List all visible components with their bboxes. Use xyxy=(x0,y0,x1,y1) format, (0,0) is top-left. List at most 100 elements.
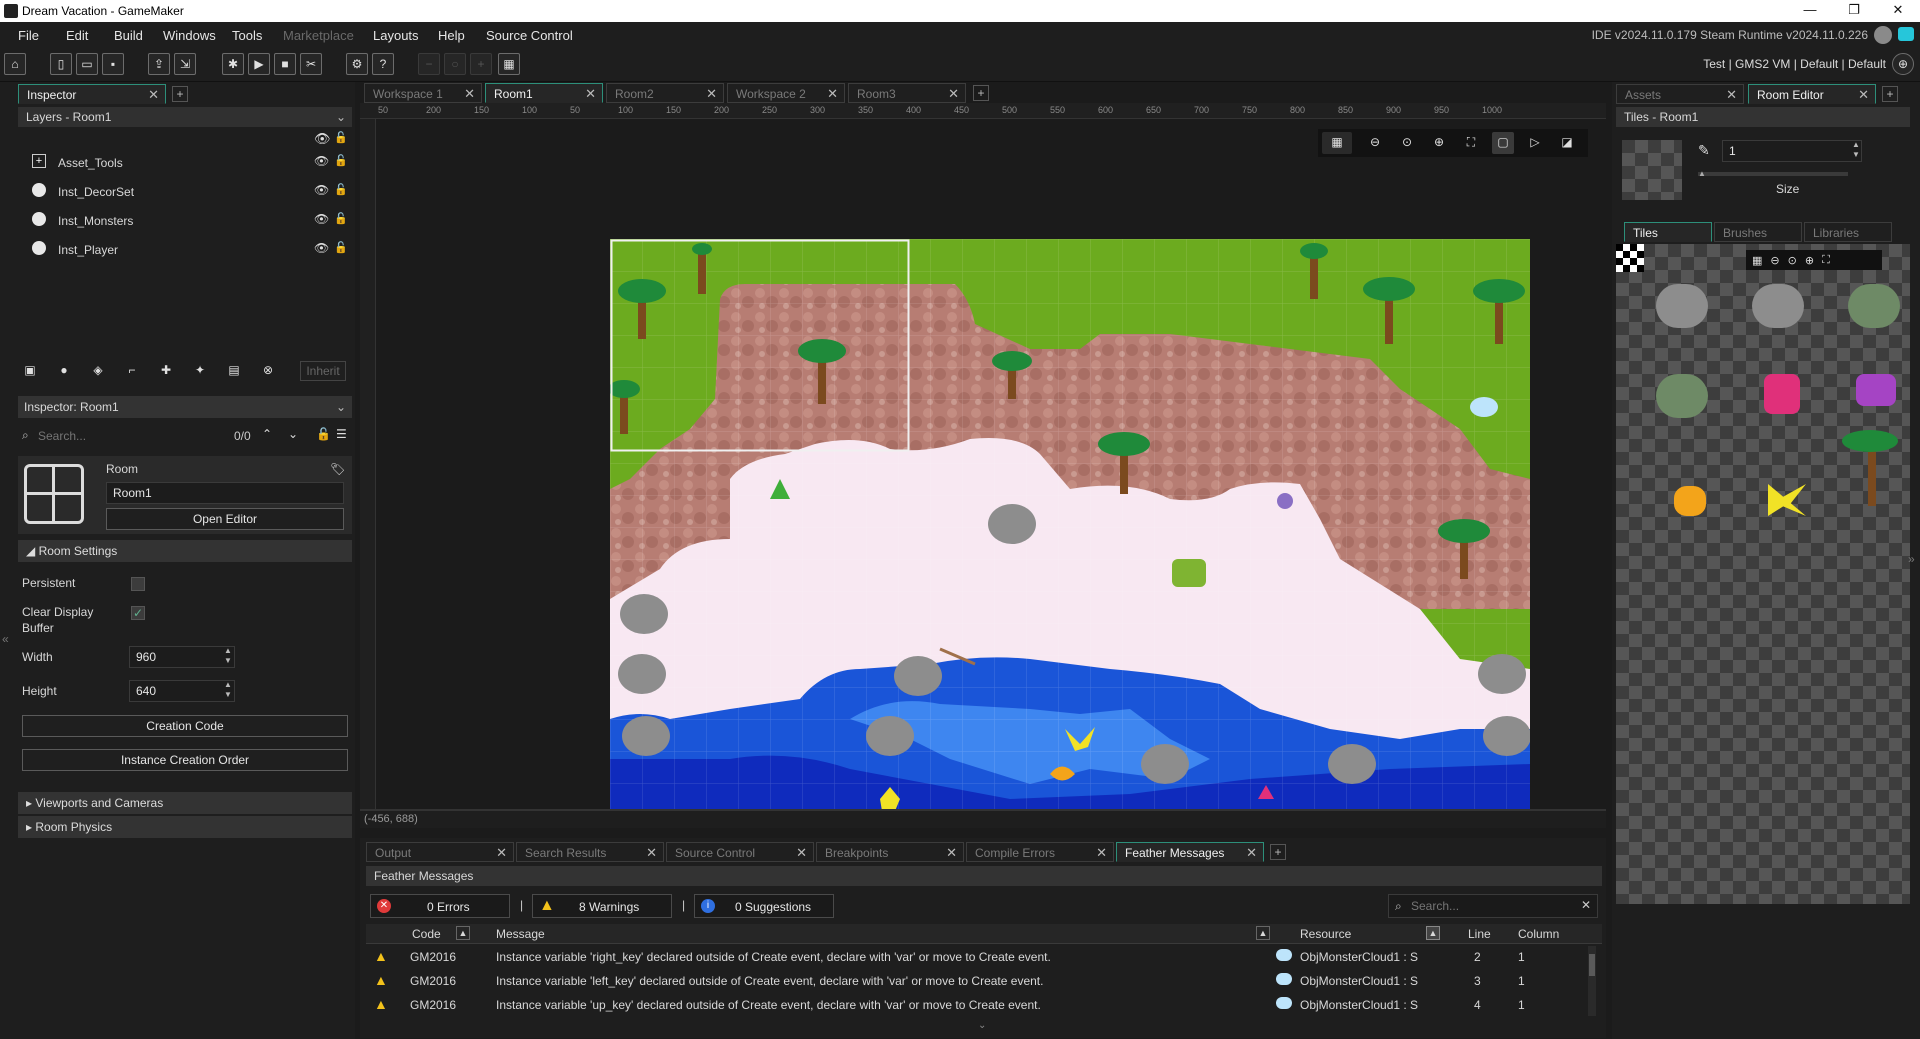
tile-mossy-rock[interactable] xyxy=(1656,374,1708,418)
zoom-out-icon[interactable]: ⊖ xyxy=(1364,132,1386,154)
target-selector[interactable]: Test | GMS2 VM | Default | Default xyxy=(1703,57,1886,71)
lock-icon[interactable]: 🔓 xyxy=(334,183,348,196)
tab-room2[interactable]: Room2 ✕ xyxy=(606,83,724,103)
add-tab-button[interactable]: + xyxy=(1270,844,1286,860)
lock-icon[interactable]: 🔓 xyxy=(334,241,348,254)
lock-icon[interactable]: 🔓 xyxy=(334,131,348,144)
room-settings-header[interactable]: ◢ Room Settings xyxy=(18,540,352,562)
inspector-dropdown[interactable]: Inspector: Room1 ⌄ xyxy=(18,396,352,418)
brush-size-stepper[interactable]: ▲ ▼ xyxy=(1852,140,1860,160)
tab-source-control[interactable]: Source Control ✕ xyxy=(666,842,814,862)
pencil-icon[interactable]: ✎ xyxy=(1698,142,1710,159)
home-icon[interactable]: ⌂ xyxy=(4,53,26,75)
close-icon[interactable]: ✕ xyxy=(585,86,596,102)
fit-view-icon[interactable]: ⛶ xyxy=(1460,132,1482,154)
tab-room3[interactable]: Room3 ✕ xyxy=(848,83,966,103)
export-icon[interactable]: ⇲ xyxy=(174,53,196,75)
close-icon[interactable]: ✕ xyxy=(946,845,957,861)
close-icon[interactable]: ✕ xyxy=(948,86,959,102)
tile-coral-pink[interactable] xyxy=(1764,374,1800,414)
viewports-cameras-header[interactable]: ▸ Viewports and Cameras xyxy=(18,792,352,814)
clean-icon[interactable]: ✂ xyxy=(300,53,322,75)
tile-coral-purple[interactable] xyxy=(1856,374,1896,406)
collapse-right-icon[interactable]: » xyxy=(1908,552,1915,566)
minimize-button[interactable]: — xyxy=(1788,2,1832,20)
layer-row[interactable]: + Asset_Tools 👁 🔓 xyxy=(18,150,352,174)
tile-starfish-yellow[interactable] xyxy=(1768,484,1806,516)
tab-room1[interactable]: Room1 ✕ xyxy=(485,83,603,103)
lock-icon[interactable]: 🔓 xyxy=(334,154,348,167)
table-row[interactable]: ▲ GM2016 Instance variable 'left_key' decl… xyxy=(366,970,1586,992)
sort-icon[interactable]: ▲ xyxy=(1256,926,1270,940)
brush-size-field[interactable]: 1 xyxy=(1722,140,1862,162)
suggestions-filter-button[interactable]: i 0 Suggestions xyxy=(694,894,834,918)
creation-code-button[interactable]: Creation Code xyxy=(22,715,348,737)
grid-toggle-icon[interactable]: ▦ xyxy=(1752,254,1762,267)
open-project-icon[interactable]: ▭ xyxy=(76,53,98,75)
table-row[interactable]: ▲ GM2016 Instance variable 'right_key' dec… xyxy=(366,946,1586,968)
layer-row[interactable]: Inst_DecorSet 👁 🔓 xyxy=(18,179,352,203)
subtab-brushes[interactable]: Brushes xyxy=(1714,222,1802,242)
close-icon[interactable]: ✕ xyxy=(1726,87,1737,103)
persistent-checkbox[interactable] xyxy=(131,577,145,591)
tileset-palette[interactable]: ▦ ⊖ ⊙ ⊕ ⛶ xyxy=(1616,244,1910,904)
menu-source-control[interactable]: Source Control xyxy=(486,28,573,43)
subtab-tiles[interactable]: Tiles xyxy=(1624,222,1712,242)
close-icon[interactable]: ✕ xyxy=(1246,845,1257,861)
fit-view-icon[interactable]: ⛶ xyxy=(1822,254,1830,267)
layout-grid-icon[interactable]: ▦ xyxy=(498,53,520,75)
tab-workspace-2[interactable]: Workspace 2 ✕ xyxy=(727,83,845,103)
tab-room-editor[interactable]: Room Editor ✕ xyxy=(1748,84,1876,104)
target-crosshair-icon[interactable]: ⊕ xyxy=(1892,53,1914,75)
tab-search-results[interactable]: Search Results ✕ xyxy=(516,842,664,862)
warnings-filter-button[interactable]: ▲ 8 Warnings xyxy=(532,894,672,918)
maximize-button[interactable]: ❐ xyxy=(1832,2,1876,20)
table-row[interactable]: ▲ GM2016 Instance variable 'up_key' declar… xyxy=(366,994,1586,1016)
sort-active-icon[interactable]: ▲ xyxy=(1426,926,1440,940)
settings-icon[interactable]: ⚙ xyxy=(346,53,368,75)
messages-search-box[interactable]: ⌕ ✕ xyxy=(1388,894,1598,918)
add-tile-layer-icon[interactable]: ◈ xyxy=(84,360,112,382)
chevron-down-icon[interactable]: ⌄ xyxy=(336,400,346,414)
menu-help[interactable]: Help xyxy=(438,28,465,43)
layers-header[interactable]: Layers - Room1 ⌄ xyxy=(18,107,352,127)
layer-row[interactable]: Inst_Monsters 👁 🔓 xyxy=(18,208,352,232)
open-editor-button[interactable]: Open Editor xyxy=(106,508,344,530)
menu-layouts[interactable]: Layouts xyxy=(373,28,419,43)
close-icon[interactable]: ✕ xyxy=(706,86,717,102)
run-icon[interactable]: ▶ xyxy=(248,53,270,75)
close-window-button[interactable]: ✕ xyxy=(1876,2,1920,20)
prev-match-icon[interactable]: ⌃ xyxy=(262,427,272,441)
eye-icon[interactable]: 👁 xyxy=(314,183,329,197)
tab-assets[interactable]: Assets ✕ xyxy=(1616,84,1744,104)
sort-up-icon[interactable]: ▲ xyxy=(456,926,470,940)
room-scene[interactable] xyxy=(610,239,1530,810)
add-filter-layer-icon[interactable]: ▤ xyxy=(220,360,248,382)
instance-creation-order-button[interactable]: Instance Creation Order xyxy=(22,749,348,771)
clear-display-buffer-checkbox[interactable]: ✓ xyxy=(131,606,145,620)
layer-row[interactable]: Inst_Player 👁 🔓 xyxy=(18,237,352,261)
column-message[interactable]: Message xyxy=(496,927,545,941)
width-stepper[interactable]: ▲ ▼ xyxy=(224,646,232,666)
eye-icon[interactable]: 👁 xyxy=(314,212,329,226)
add-effect-layer-icon[interactable]: ✦ xyxy=(186,360,214,382)
close-icon[interactable]: ✕ xyxy=(796,845,807,861)
column-column[interactable]: Column xyxy=(1518,927,1559,941)
tile-mossy-rock[interactable] xyxy=(1848,284,1900,328)
tab-compile-errors[interactable]: Compile Errors ✕ xyxy=(966,842,1114,862)
subtab-libraries[interactable]: Libraries xyxy=(1804,222,1892,242)
close-icon[interactable]: ✕ xyxy=(1858,87,1869,103)
clear-search-icon[interactable]: ✕ xyxy=(1581,898,1591,912)
user-account-icon[interactable] xyxy=(1874,26,1892,44)
room-name-field[interactable]: Room1 xyxy=(106,482,344,504)
zoom-out-icon[interactable]: ⊖ xyxy=(1770,254,1779,267)
menu-icon[interactable]: ☰ xyxy=(336,427,347,441)
tab-inspector[interactable]: Inspector ✕ xyxy=(18,84,166,104)
lock-icon[interactable]: 🔓 xyxy=(334,212,348,225)
height-field[interactable]: 640 xyxy=(129,680,235,702)
add-tab-button[interactable]: + xyxy=(1882,86,1898,102)
zoom-in-icon[interactable]: ⊕ xyxy=(1805,254,1814,267)
zoom-reset-icon[interactable]: ⊙ xyxy=(1396,132,1418,154)
play-animation-icon[interactable]: ▷ xyxy=(1524,132,1546,154)
messages-scrollbar[interactable] xyxy=(1588,946,1596,1016)
